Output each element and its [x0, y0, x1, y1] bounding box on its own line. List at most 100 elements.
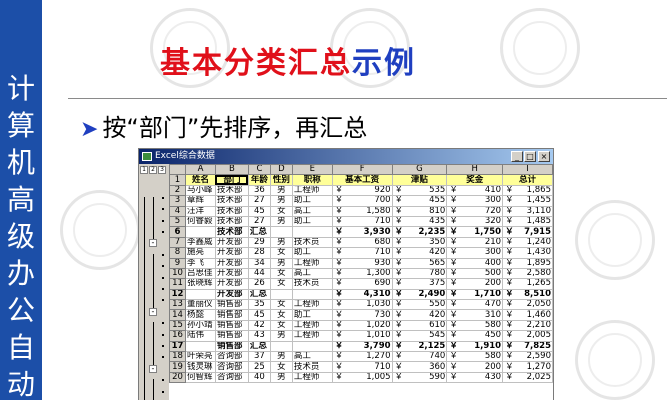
outline-level-1-button[interactable]: 1 — [140, 166, 148, 174]
cell[interactable] — [269, 288, 293, 301]
cell[interactable]: 42 — [247, 319, 271, 332]
cell[interactable]: 44 — [247, 267, 271, 280]
cell[interactable]: ￥ 1,270 — [331, 351, 393, 363]
column-header[interactable]: G — [391, 164, 448, 176]
cell[interactable]: ￥ 1,460 — [502, 309, 553, 321]
cell[interactable]: 章辉 — [184, 195, 216, 207]
cell[interactable]: 销售部 — [214, 309, 249, 321]
cell[interactable]: ￥ 2,025 — [502, 371, 553, 384]
cell[interactable]: ￥ 700 — [331, 195, 393, 207]
cell[interactable]: ￥ 1,910 — [446, 340, 504, 353]
cell[interactable]: 汇总 — [247, 226, 271, 238]
cell[interactable]: ￥ 1,020 — [331, 319, 393, 332]
cell[interactable]: 男 — [269, 371, 293, 384]
cell[interactable]: 销售部 — [214, 340, 249, 353]
outline-level-3-button[interactable]: 3 — [158, 166, 166, 174]
cell[interactable]: 36 — [247, 184, 271, 197]
cell[interactable]: ￥ 1,485 — [502, 215, 553, 228]
cell[interactable] — [269, 340, 293, 353]
cell[interactable]: 职称 — [291, 174, 333, 186]
cell[interactable]: ￥ 2,580 — [502, 267, 553, 280]
column-header[interactable]: E — [291, 164, 333, 176]
cell[interactable]: ￥ 7,915 — [502, 226, 553, 238]
cell[interactable]: 陆伟 — [184, 330, 216, 342]
cell[interactable]: 工程师 — [291, 371, 333, 384]
row-header[interactable]: 10 — [169, 267, 186, 280]
column-header[interactable]: H — [446, 164, 504, 176]
cell[interactable]: 马小峰 — [184, 184, 216, 197]
cell[interactable]: ￥ 1,010 — [331, 330, 393, 342]
cell[interactable]: ￥ 550 — [391, 299, 448, 311]
cell[interactable]: ￥ 2,125 — [391, 340, 448, 353]
cell[interactable]: ￥ 410 — [446, 184, 504, 197]
cell[interactable]: 45 — [247, 205, 271, 217]
cell[interactable]: 男 — [269, 195, 293, 207]
cell[interactable]: ￥ 710 — [331, 247, 393, 259]
cell[interactable]: 技术部 — [214, 205, 249, 217]
cell[interactable]: 汇总 — [247, 340, 271, 353]
cell[interactable]: ￥ 720 — [446, 205, 504, 217]
cell[interactable]: ￥ 920 — [331, 184, 393, 197]
cell[interactable]: 咨询部 — [214, 361, 249, 373]
cell[interactable]: 男 — [269, 215, 293, 228]
cell[interactable]: 咨询部 — [214, 371, 249, 384]
cell[interactable]: ￥ 930 — [331, 257, 393, 269]
collapse-group-button[interactable]: - — [149, 364, 157, 373]
cell[interactable]: ￥ 7,825 — [502, 340, 553, 353]
cell[interactable]: ￥ 610 — [391, 319, 448, 332]
cell[interactable]: ￥ 350 — [391, 236, 448, 249]
cell[interactable]: 销售部 — [214, 319, 249, 332]
cell[interactable] — [291, 340, 333, 353]
cell[interactable]: 开发部 — [214, 267, 249, 280]
close-button[interactable]: × — [538, 151, 550, 162]
cell[interactable]: ￥ 1,270 — [502, 361, 553, 373]
cell[interactable]: ￥ 535 — [391, 184, 448, 197]
cell[interactable]: ￥ 300 — [446, 195, 504, 207]
maximize-button[interactable]: □ — [524, 151, 536, 162]
cell[interactable]: ￥ 4,310 — [331, 288, 393, 301]
cell[interactable] — [269, 226, 293, 238]
cell[interactable]: 奖金 — [446, 174, 504, 186]
row-header[interactable]: 5 — [169, 215, 186, 228]
cell[interactable]: ￥ 1,430 — [502, 247, 553, 259]
cell[interactable]: ￥ 3,790 — [331, 340, 393, 353]
cell[interactable]: 孙小靖 — [184, 319, 216, 332]
cell[interactable]: 性别 — [269, 174, 293, 186]
cell[interactable]: ￥ 310 — [446, 309, 504, 321]
cell[interactable]: 李飞 — [184, 257, 216, 269]
cell[interactable]: 咨询部 — [214, 351, 249, 363]
cell[interactable]: 姓名 — [184, 174, 216, 186]
cell[interactable]: ￥ 1,265 — [502, 278, 553, 290]
cell[interactable]: 李鑫威 — [184, 236, 216, 249]
cell[interactable]: 施亮 — [184, 247, 216, 259]
cell[interactable]: ￥ 680 — [331, 236, 393, 249]
cell[interactable]: 女 — [269, 205, 293, 217]
cell[interactable]: ￥ 2,210 — [502, 319, 553, 332]
cell[interactable]: ￥ 420 — [391, 309, 448, 321]
cell[interactable]: 钱灵琳 — [184, 361, 216, 373]
cell[interactable]: 男 — [269, 351, 293, 363]
cell[interactable]: 女 — [269, 361, 293, 373]
cell[interactable]: 技术员 — [291, 361, 333, 373]
cell[interactable]: 开发部 — [214, 278, 249, 290]
cell[interactable]: 女 — [269, 299, 293, 311]
cell[interactable]: ￥ 470 — [446, 299, 504, 311]
cell[interactable]: 工程师 — [291, 319, 333, 332]
cell[interactable]: 45 — [247, 309, 271, 321]
row-header[interactable]: 17 — [169, 340, 186, 353]
cell[interactable]: 助工 — [291, 215, 333, 228]
cell[interactable]: ￥ 2,235 — [391, 226, 448, 238]
cell[interactable]: 技术员 — [291, 236, 333, 249]
cell[interactable]: ￥ 1,750 — [446, 226, 504, 238]
cell[interactable]: ￥ 400 — [446, 257, 504, 269]
select-all-corner[interactable] — [169, 164, 186, 176]
row-header[interactable]: 9 — [169, 257, 186, 269]
cell[interactable]: 技术部 — [214, 215, 249, 228]
row-header[interactable]: 1 — [169, 174, 186, 186]
cell[interactable]: ￥ 2,590 — [502, 351, 553, 363]
cell[interactable]: 基本工资 — [331, 174, 393, 186]
cell[interactable]: ￥ 780 — [391, 267, 448, 280]
cell[interactable]: ￥ 500 — [446, 267, 504, 280]
cell[interactable]: 杨懿 — [184, 309, 216, 321]
cell[interactable]: 技术部 — [214, 226, 249, 238]
